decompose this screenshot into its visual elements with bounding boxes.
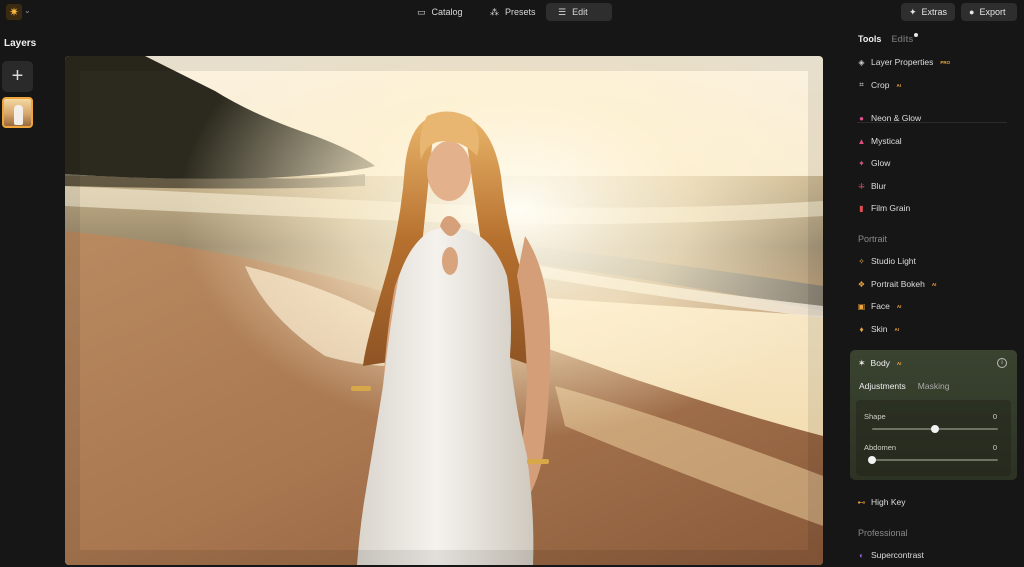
shape-slider-handle[interactable] [931, 425, 939, 433]
abdomen-slider-handle[interactable] [868, 456, 876, 464]
blur-icon: ⁜ [858, 181, 865, 191]
ai-badge: AI [896, 303, 902, 309]
tool-neon-glow[interactable]: ● Neon & Glow [857, 110, 921, 126]
edits-indicator-dot [914, 33, 919, 37]
tool-film-grain[interactable]: ▮ Film Grain [857, 200, 910, 216]
body-label: Body [870, 358, 890, 368]
tool-label: Face [871, 301, 890, 311]
mystical-icon: ▲ [857, 136, 866, 146]
tool-layer-properties[interactable]: ◈ Layer Properties PRO [857, 54, 950, 70]
beach-portrait-photo [65, 56, 823, 565]
add-layer-button[interactable]: + [2, 61, 33, 92]
bokeh-icon: ❖ [857, 279, 866, 289]
high-key-icon: ⊷ [857, 497, 866, 507]
tool-skin[interactable]: ♦ Skin AI [857, 321, 899, 337]
body-icon: ✶ [858, 357, 866, 368]
edit-label: Edit [572, 7, 588, 17]
crop-icon: ⌗ [859, 80, 864, 89]
tool-label: Crop [871, 80, 890, 90]
photo-canvas[interactable] [65, 56, 823, 565]
tab-edits[interactable]: Edits [891, 33, 919, 44]
panel-tabs: Tools Edits [858, 33, 919, 44]
tool-label: Mystical [871, 136, 902, 146]
chevron-down-icon[interactable]: ⌄ [24, 6, 31, 15]
body-subtabs: Adjustments Masking [859, 381, 949, 391]
skin-icon: ♦ [859, 324, 864, 334]
tool-label: Film Grain [871, 203, 911, 213]
catalog-icon: ▭ [417, 6, 426, 17]
catalog-button[interactable]: ▭ Catalog [405, 3, 481, 21]
export-icon: ● [969, 6, 975, 17]
extras-button[interactable]: ✦ Extras [901, 3, 955, 21]
tool-glow[interactable]: ✦ Glow [857, 155, 890, 171]
sparkle-icon: ✦ [909, 6, 917, 17]
tool-face[interactable]: ▣ Face AI [857, 298, 902, 314]
tools-panel: Tools Edits ◈ Layer Properties PRO ⌗ Cro… [848, 26, 1024, 567]
tool-label: Glow [871, 158, 891, 168]
tool-label: Neon & Glow [871, 113, 922, 123]
tool-crop[interactable]: ⌗ Crop AI [857, 77, 901, 93]
layers-title: Layers [4, 38, 37, 49]
export-button[interactable]: ● Export [961, 3, 1017, 21]
info-icon[interactable]: i [997, 358, 1007, 368]
tool-high-key[interactable]: ⊷ High Key [857, 494, 906, 510]
export-label: Export [979, 7, 1006, 17]
studio-light-icon: ✧ [858, 256, 865, 266]
layer-thumbnail-figure [14, 105, 23, 125]
glow-icon: ✦ [858, 158, 865, 168]
ai-badge: AI [894, 326, 900, 332]
presets-icon: ⁂ [490, 6, 499, 17]
shape-slider[interactable] [872, 425, 998, 433]
tool-mystical[interactable]: ▲ Mystical [857, 133, 902, 149]
tool-label: Blur [871, 181, 887, 191]
plus-icon: + [11, 65, 24, 87]
ai-badge: AI [931, 281, 937, 287]
ai-badge: AI [896, 360, 902, 366]
tab-tools[interactable]: Tools [858, 34, 881, 44]
subtab-adjustments[interactable]: Adjustments [859, 381, 906, 391]
sliders-icon: ☰ [558, 6, 567, 17]
tool-label: Studio Light [871, 256, 916, 266]
tool-label: Skin [871, 324, 888, 334]
abdomen-label: Abdomen [864, 443, 897, 452]
tab-edits-label: Edits [891, 34, 914, 44]
abdomen-slider[interactable] [868, 456, 998, 464]
shape-label: Shape [864, 412, 886, 421]
top-bar: ✷ ⌄ ▭ Catalog ⁂ Presets ☰ Edit ✦ Extras … [0, 0, 1024, 26]
tool-studio-light[interactable]: ✧ Studio Light [857, 253, 916, 269]
presets-button[interactable]: ⁂ Presets [478, 3, 542, 21]
tool-label: Supercontrast [871, 550, 924, 560]
tool-label: High Key [871, 497, 906, 507]
body-tool-header[interactable]: ✶ Body AI [850, 350, 1017, 376]
presets-label: Presets [505, 7, 536, 17]
tool-blur[interactable]: ⁜ Blur [857, 178, 886, 194]
supercontrast-icon: ◐ [859, 550, 864, 560]
tool-portrait-bokeh[interactable]: ❖ Portrait Bokeh AI [857, 276, 936, 292]
catalog-label: Catalog [431, 7, 463, 17]
app-window: ✷ ⌄ ▭ Catalog ⁂ Presets ☰ Edit ✦ Extras … [0, 0, 1024, 567]
subtab-masking[interactable]: Masking [918, 381, 950, 391]
neon-icon: ● [859, 113, 864, 123]
shape-value: 0 [992, 412, 997, 421]
ai-badge: AI [896, 82, 901, 88]
extras-label: Extras [921, 7, 948, 17]
film-grain-icon: ▮ [859, 203, 864, 213]
abdomen-value: 0 [992, 443, 997, 452]
body-tool-card: ✶ Body AI i Adjustments Masking Shape 0 … [850, 350, 1017, 480]
pro-badge: PRO [940, 59, 951, 65]
tool-label: Portrait Bokeh [871, 279, 925, 289]
edit-button[interactable]: ☰ Edit [546, 3, 612, 21]
face-icon: ▣ [857, 301, 866, 311]
tool-supercontrast[interactable]: ◐ Supercontrast [857, 547, 924, 563]
tool-label: Layer Properties [871, 57, 934, 67]
layers-icon: ◈ [858, 57, 865, 67]
section-portrait: Portrait [858, 234, 888, 244]
layer-thumbnail[interactable] [2, 97, 33, 128]
app-logo-icon[interactable]: ✷ [6, 4, 22, 20]
section-professional: Professional [858, 528, 908, 538]
